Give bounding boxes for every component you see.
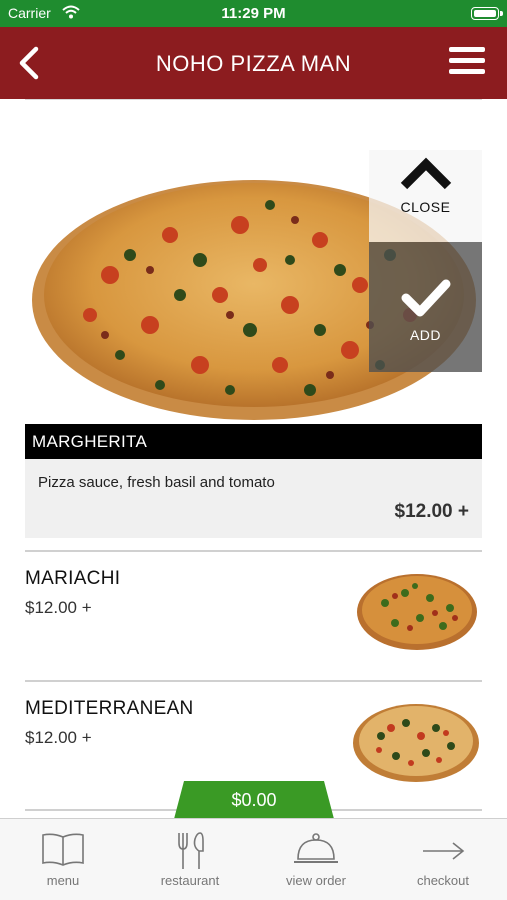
tab-menu[interactable]: menu <box>0 819 126 900</box>
featured-item-name: MARGHERITA <box>25 424 482 459</box>
add-button[interactable]: ADD <box>369 242 482 372</box>
cloche-icon <box>294 833 338 863</box>
battery-icon <box>471 7 503 20</box>
book-icon <box>42 833 84 866</box>
divider <box>25 99 482 100</box>
menu-item-price: $12.00 + <box>25 728 92 747</box>
tab-bar: menu restaurant view order checkout <box>0 818 507 900</box>
add-label: ADD <box>409 327 442 343</box>
nav-bar: NOHO PIZZA MAN <box>0 27 507 99</box>
status-bar: Carrier 11:29 PM <box>0 0 507 27</box>
arrow-right-icon <box>423 842 465 860</box>
pizza-thumbnail <box>351 698 481 789</box>
menu-item-name: MEDITERRANEAN <box>25 698 194 719</box>
featured-item-price: $12.00 + <box>394 501 470 522</box>
menu-item-name: MARIACHI <box>25 568 121 589</box>
close-button[interactable]: CLOSE <box>369 150 482 242</box>
featured-item-description: Pizza sauce, fresh basil and tomato <box>38 474 275 491</box>
checkmark-icon <box>401 279 450 317</box>
list-item[interactable]: MARIACHI $12.00 + <box>25 552 482 680</box>
tab-checkout[interactable]: checkout <box>380 819 506 900</box>
tab-label: restaurant <box>160 873 220 888</box>
page-title: NOHO PIZZA MAN <box>155 51 352 76</box>
chevron-up-icon <box>400 157 451 190</box>
hamburger-icon <box>449 47 485 52</box>
status-time: 11:29 PM <box>221 5 286 22</box>
pizza-thumbnail <box>355 568 479 657</box>
tab-label: view order <box>286 873 346 888</box>
featured-item-details: Pizza sauce, fresh basil and tomato $12.… <box>25 459 482 538</box>
tab-label: checkout <box>416 873 470 888</box>
close-label: CLOSE <box>400 199 451 215</box>
fork-knife-icon <box>178 832 204 869</box>
order-total-tab[interactable]: $0.00 <box>174 781 334 819</box>
tab-label: menu <box>46 873 80 888</box>
order-total-value: $0.00 <box>231 790 277 810</box>
tab-view-order[interactable]: view order <box>253 819 379 900</box>
menu-item-price: $12.00 + <box>25 598 92 617</box>
tab-restaurant[interactable]: restaurant <box>127 819 253 900</box>
hamburger-menu-button[interactable] <box>449 47 485 77</box>
